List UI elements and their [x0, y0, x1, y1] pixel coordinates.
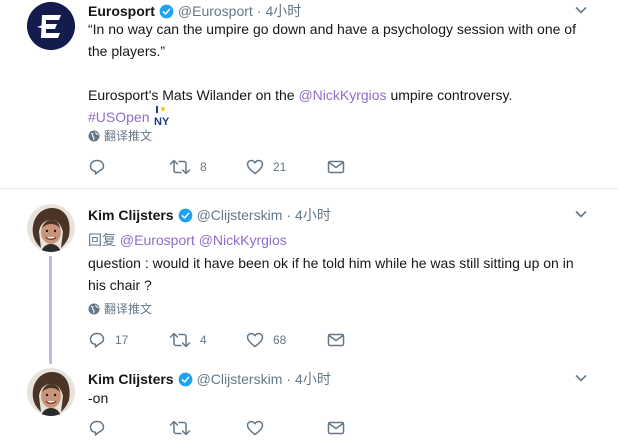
tweet-actions: 8 21: [88, 157, 345, 177]
tweet-text-line: Eurosport's Mats Wilander on the @NickKy…: [88, 84, 588, 106]
clijsters-avatar[interactable]: [27, 368, 75, 416]
envelope-icon: [327, 333, 345, 347]
tweet-text-line: question : would it have been ok if he t…: [88, 255, 574, 271]
mention-link[interactable]: @NickKyrgios: [298, 87, 386, 103]
profile-photo-icon: [27, 204, 75, 252]
timestamp[interactable]: 4小时: [295, 369, 331, 389]
text-segment: umpire controversy.: [386, 87, 513, 103]
retweet-button[interactable]: 8: [169, 158, 246, 176]
reply-button[interactable]: [88, 158, 169, 176]
clijsters-avatar[interactable]: [27, 204, 75, 252]
reply-count: 17: [115, 333, 129, 347]
tweet-clijsters-followup[interactable]: Kim Clijsters @Clijsterskim · 4小时 -on: [0, 364, 618, 442]
timestamp[interactable]: 4小时: [295, 205, 331, 225]
envelope-icon: [327, 421, 345, 435]
display-name[interactable]: Kim Clijsters: [88, 207, 174, 223]
reply-prefix: 回复: [88, 232, 120, 248]
direct-message-button[interactable]: [327, 419, 345, 437]
reply-mentions-link[interactable]: @Eurosport @NickKyrgios: [120, 232, 287, 248]
heart-icon: [246, 332, 264, 348]
tweet-text-line: the players.”: [88, 43, 166, 59]
heart-icon: [246, 420, 264, 436]
translate-label: 翻译推文: [104, 129, 153, 143]
reply-button[interactable]: 17: [88, 331, 169, 349]
retweet-count: 8: [200, 160, 207, 174]
reply-icon: [89, 332, 105, 348]
like-button[interactable]: 21: [246, 158, 327, 176]
translate-tweet-link[interactable]: 翻译推文: [88, 300, 152, 317]
tweet-actions: 17 4 68: [88, 330, 345, 350]
like-count: 68: [273, 333, 287, 347]
verified-badge-icon: [178, 372, 192, 386]
direct-message-button[interactable]: [327, 158, 345, 176]
tweet-header: Kim Clijsters @Clijsterskim · 4小时: [88, 369, 331, 389]
retweet-icon: [169, 420, 191, 436]
like-button[interactable]: 68: [246, 331, 327, 349]
direct-message-button[interactable]: [327, 331, 345, 349]
chevron-down-icon[interactable]: [574, 371, 588, 385]
verified-badge-icon: [178, 208, 192, 222]
chevron-down-icon[interactable]: [574, 207, 588, 221]
svg-text:NY: NY: [154, 116, 170, 126]
usopen-emoji-icon: NY: [154, 106, 170, 128]
verified-badge-icon: [159, 4, 174, 18]
like-count: 21: [273, 160, 287, 174]
retweet-count: 4: [200, 333, 207, 347]
tweet-eurosport[interactable]: Eurosport @Eurosport · 4小时 “In no way ca…: [0, 0, 618, 186]
globe-icon: [88, 303, 100, 314]
handle[interactable]: @Clijsterskim: [197, 371, 283, 387]
hashtag-line: #USOpen NY: [88, 106, 588, 128]
tweet-clijsters-reply[interactable]: Kim Clijsters @Clijsterskim · 4小时 回复 @Eu…: [0, 200, 618, 360]
tweet-divider: [0, 188, 618, 189]
text-segment: Eurosport's Mats Wilander on the: [88, 87, 299, 103]
tweet-text-line: -on: [88, 390, 109, 406]
eurosport-logo-icon: [27, 2, 75, 50]
translate-tweet-link[interactable]: 翻译推文: [88, 127, 152, 144]
reply-icon: [89, 159, 105, 175]
dot-separator: ·: [286, 371, 292, 387]
handle[interactable]: @Eurosport: [178, 3, 253, 19]
tweet-text: “In no way can the umpire go down and ha…: [88, 18, 588, 128]
replying-to: 回复 @Eurosport @NickKyrgios: [88, 230, 287, 250]
handle[interactable]: @Clijsterskim: [197, 207, 283, 223]
tweet-text: -on: [88, 387, 588, 409]
hashtag-link[interactable]: #USOpen: [88, 109, 149, 125]
dot-separator: ·: [286, 207, 292, 223]
display-name[interactable]: Eurosport: [88, 3, 155, 19]
translate-label: 翻译推文: [104, 302, 153, 316]
tweet-header: Kim Clijsters @Clijsterskim · 4小时: [88, 205, 331, 225]
tweet-text: question : would it have been ok if he t…: [88, 252, 588, 296]
retweet-button[interactable]: [169, 419, 246, 437]
retweet-icon: [169, 159, 191, 175]
tweet-text-line: his chair ?: [88, 277, 152, 293]
globe-icon: [88, 130, 100, 141]
retweet-icon: [169, 332, 191, 348]
envelope-icon: [327, 160, 345, 174]
chevron-down-icon[interactable]: [574, 3, 588, 17]
dot-separator: ·: [256, 3, 262, 19]
tweet-text-line: “In no way can the umpire go down and ha…: [88, 21, 576, 37]
tweet-actions: [88, 418, 345, 438]
retweet-button[interactable]: 4: [169, 331, 246, 349]
reply-button[interactable]: [88, 419, 169, 437]
profile-photo-icon: [27, 368, 75, 416]
eurosport-avatar[interactable]: [27, 2, 75, 50]
like-button[interactable]: [246, 419, 327, 437]
reply-icon: [89, 420, 105, 436]
display-name[interactable]: Kim Clijsters: [88, 371, 174, 387]
heart-icon: [246, 159, 264, 175]
